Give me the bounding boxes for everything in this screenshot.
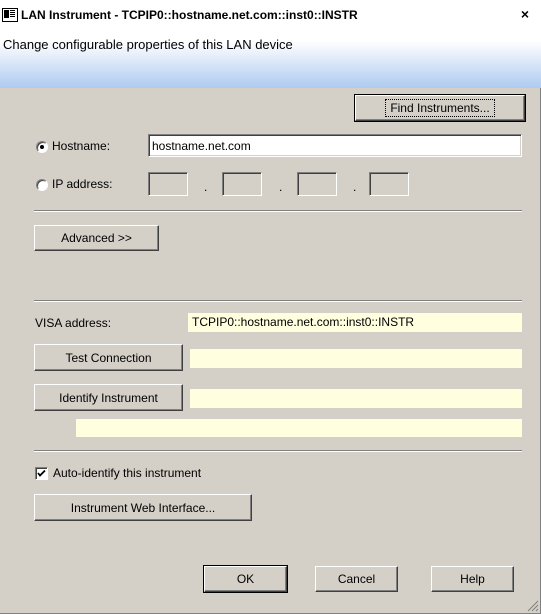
lan-instrument-dialog: LAN Instrument - TCPIP0::hostname.net.co… <box>0 0 541 614</box>
separator-2 <box>34 300 522 302</box>
close-icon[interactable]: × <box>517 6 533 22</box>
header-band: Change configurable properties of this L… <box>0 33 541 88</box>
identify-result <box>190 389 522 408</box>
instrument-web-interface-button[interactable]: Instrument Web Interface... <box>34 494 252 521</box>
check-icon <box>37 469 46 477</box>
header-description: Change configurable properties of this L… <box>3 37 293 52</box>
ip-octet-3[interactable] <box>297 172 337 196</box>
find-instruments-label: Find Instruments... <box>385 99 495 117</box>
title-bar[interactable]: LAN Instrument - TCPIP0::hostname.net.co… <box>0 0 541 33</box>
ip-address-radio[interactable] <box>36 179 48 191</box>
ip-dot-1: . <box>204 180 208 194</box>
separator-3 <box>34 450 522 452</box>
hostname-label: Hostname: <box>52 139 111 153</box>
advanced-button[interactable]: Advanced >> <box>34 225 159 251</box>
help-button[interactable]: Help <box>431 566 514 592</box>
cancel-button[interactable]: Cancel <box>315 566 398 592</box>
ok-button[interactable]: OK <box>203 565 288 593</box>
ip-dot-2: . <box>279 180 283 194</box>
auto-identify-checkbox[interactable] <box>35 467 48 480</box>
ip-dot-3: . <box>353 180 357 194</box>
hostname-radio[interactable] <box>36 141 48 153</box>
find-instruments-button[interactable]: Find Instruments... <box>354 94 526 122</box>
visa-address-value: TCPIP0::hostname.net.com::inst0::INSTR <box>188 313 522 332</box>
auto-identify-label: Auto-identify this instrument <box>53 466 202 480</box>
test-connection-button[interactable]: Test Connection <box>34 344 183 371</box>
hostname-input[interactable] <box>148 134 522 157</box>
visa-address-label: VISA address: <box>35 316 112 330</box>
ip-octet-4[interactable] <box>369 172 409 196</box>
identify-instrument-button[interactable]: Identify Instrument <box>34 384 183 411</box>
identify-detail <box>76 419 522 437</box>
resize-grip-icon[interactable] <box>527 600 539 612</box>
ip-octet-2[interactable] <box>222 172 262 196</box>
ip-octet-1[interactable] <box>148 172 188 196</box>
ip-address-label: IP address: <box>52 177 113 191</box>
test-connection-result <box>190 349 522 368</box>
window-title: LAN Instrument - TCPIP0::hostname.net.co… <box>21 8 358 22</box>
separator-1 <box>34 210 522 212</box>
window-icon <box>2 8 18 22</box>
